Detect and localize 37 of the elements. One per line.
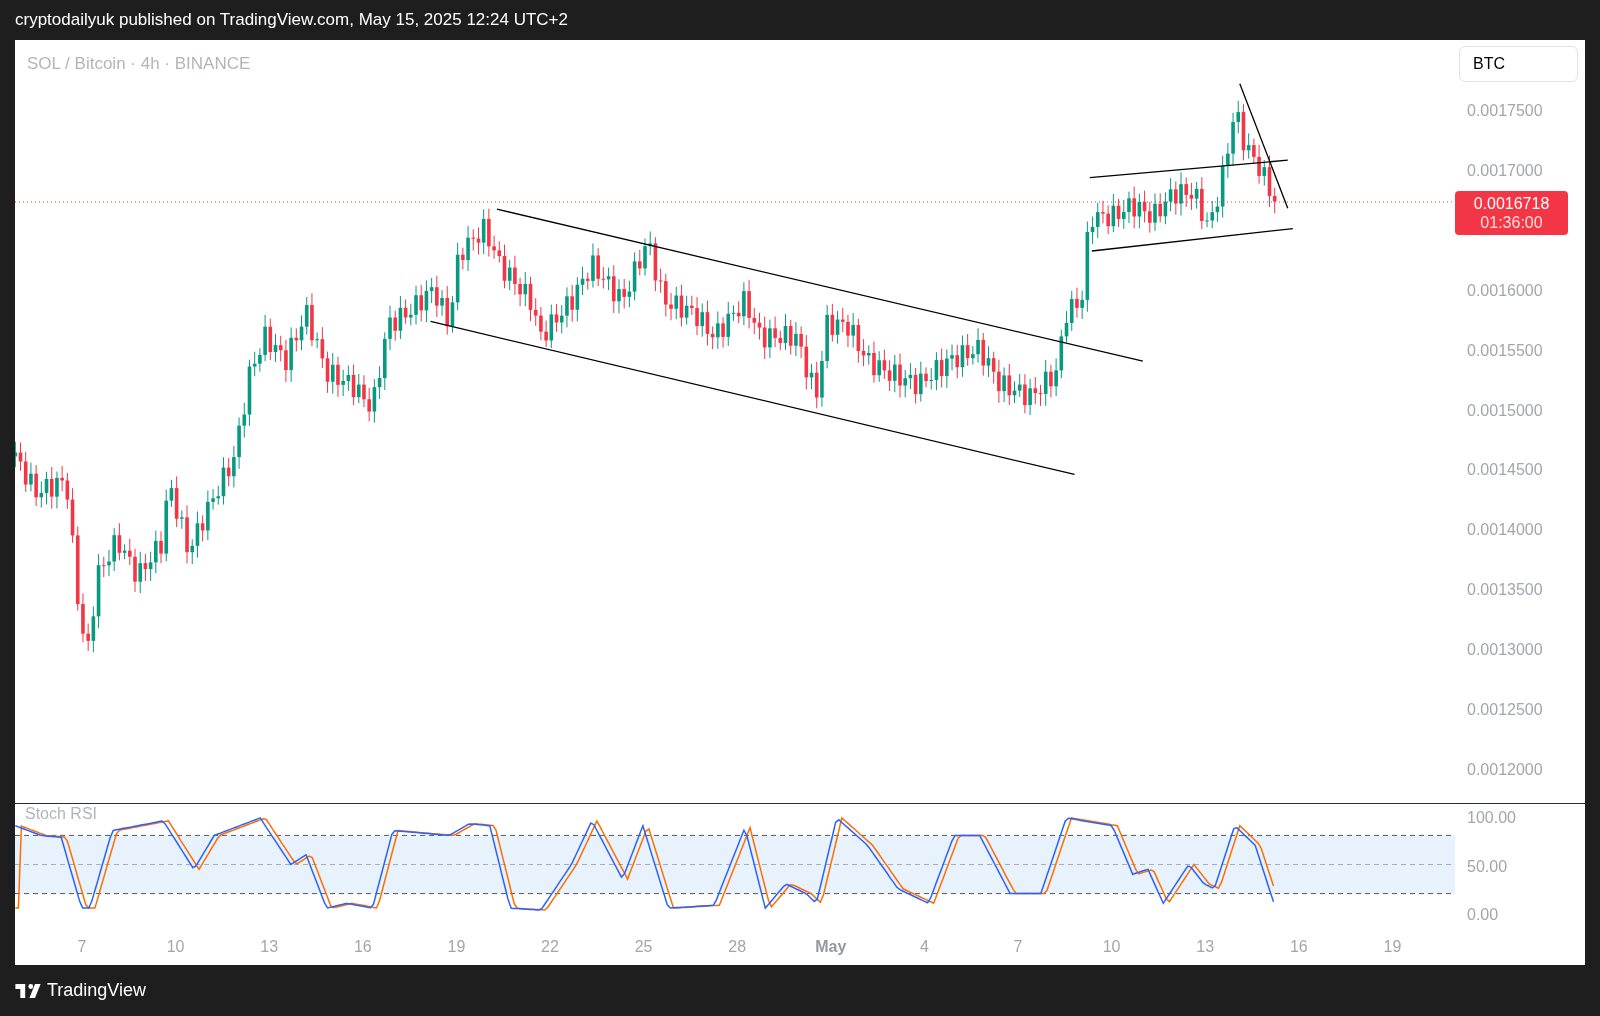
logo-text: TradingView	[47, 979, 147, 1002]
publish-info: cryptodailyuk published on TradingView.com, May 15, 2025 12:24 UTC+2	[15, 9, 568, 32]
indicator-name: Stoch RSI	[25, 804, 98, 824]
date-axis-label: 25	[634, 937, 653, 957]
price-axis-label: 0.0014500	[1467, 460, 1543, 481]
logo-icon	[15, 983, 41, 998]
date-axis-label: May	[815, 937, 847, 957]
stoch-axis-label: 0.00	[1467, 905, 1499, 925]
price-axis-label: 0.0012500	[1467, 700, 1543, 720]
price-axis-label: 0.0015500	[1467, 340, 1543, 361]
date-axis-label: 16	[353, 937, 372, 957]
stoch-axis-label: 100.00	[1467, 808, 1516, 828]
date-axis-label: 13	[260, 937, 279, 957]
price-axis-label: 0.0012000	[1467, 759, 1543, 780]
date-axis-label: 10	[166, 937, 185, 957]
price-axis-label: 0.0013500	[1467, 580, 1543, 601]
price-axis-label: 0.0017500	[1467, 101, 1543, 121]
date-axis-label: 13	[1196, 937, 1215, 957]
date-axis-label: 28	[728, 937, 747, 957]
last-price: 0.0016718	[1473, 194, 1550, 213]
date-axis-label: 22	[541, 937, 559, 957]
date-axis-label: 7	[77, 937, 87, 957]
price-axis-label: 0.0017000	[1467, 160, 1543, 181]
date-axis-label: 4	[919, 937, 929, 957]
stoch-axis-label: 50.00	[1467, 856, 1508, 877]
price-axis-label: 0.0014000	[1467, 520, 1543, 541]
date-axis-label: 10	[1102, 937, 1121, 957]
date-axis-label: 19	[1383, 937, 1402, 957]
price-axis-label: 0.0016000	[1467, 280, 1543, 301]
date-axis-label: 19	[447, 937, 466, 957]
price-axis-label: 0.0015000	[1467, 400, 1543, 421]
price-axis-label: 0.0013000	[1467, 640, 1543, 661]
bar-countdown: 01:36:00	[1480, 213, 1543, 232]
currency-button[interactable]: BTC	[1459, 46, 1578, 82]
date-axis-label: 16	[1289, 937, 1308, 957]
date-axis-label: 7	[1013, 937, 1023, 957]
symbol-title: SOL / Bitcoin · 4h · BINANCE	[27, 53, 251, 75]
